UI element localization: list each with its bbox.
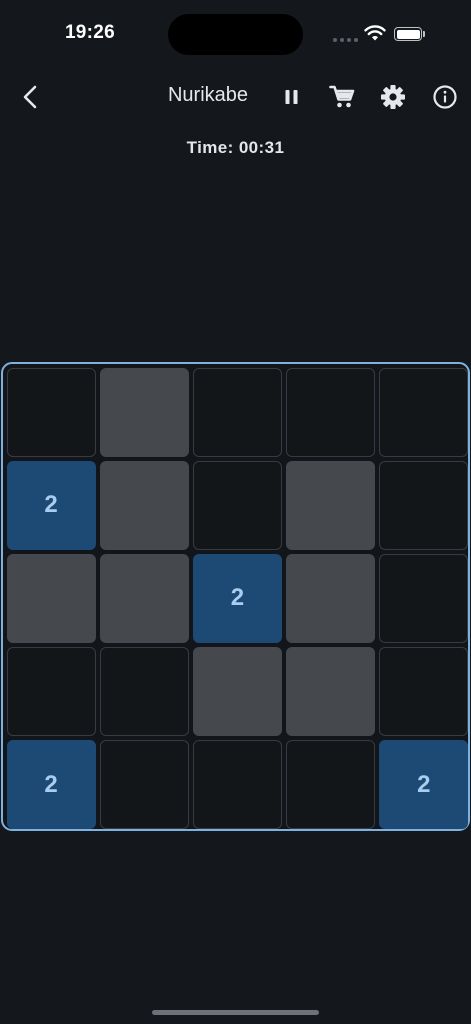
shaded-cell[interactable] bbox=[99, 553, 189, 643]
shaded-cell[interactable] bbox=[286, 647, 376, 737]
empty-cell[interactable] bbox=[379, 367, 469, 457]
empty-cell[interactable] bbox=[192, 740, 282, 830]
cart-button[interactable] bbox=[327, 82, 357, 112]
shaded-cell[interactable] bbox=[192, 647, 282, 737]
timer-display: Time: 00:31 bbox=[186, 138, 285, 157]
empty-cell[interactable] bbox=[99, 647, 189, 737]
dynamic-island bbox=[168, 14, 303, 55]
clue-cell[interactable]: 2 bbox=[192, 553, 282, 643]
empty-cell[interactable] bbox=[379, 460, 469, 550]
puzzle-board: 2 2 2 2 bbox=[1, 362, 470, 831]
battery-icon bbox=[394, 27, 422, 41]
back-button[interactable] bbox=[14, 80, 50, 114]
clue-cell[interactable]: 2 bbox=[379, 740, 469, 830]
empty-cell[interactable] bbox=[192, 460, 282, 550]
shaded-cell[interactable] bbox=[6, 553, 96, 643]
empty-cell[interactable] bbox=[192, 367, 282, 457]
empty-cell[interactable] bbox=[6, 647, 96, 737]
empty-cell[interactable] bbox=[286, 367, 376, 457]
status-bar-time: 19:26 bbox=[64, 22, 116, 43]
cellular-signal-icon bbox=[333, 38, 358, 42]
info-icon bbox=[433, 85, 457, 109]
back-chevron-icon bbox=[23, 85, 37, 109]
shaded-cell[interactable] bbox=[99, 367, 189, 457]
empty-cell[interactable] bbox=[286, 740, 376, 830]
pause-button[interactable] bbox=[277, 82, 307, 112]
clue-cell[interactable]: 2 bbox=[6, 460, 96, 550]
info-button[interactable] bbox=[430, 82, 460, 112]
empty-cell[interactable] bbox=[379, 647, 469, 737]
shaded-cell[interactable] bbox=[99, 460, 189, 550]
battery-cap bbox=[423, 31, 425, 37]
shaded-cell[interactable] bbox=[286, 553, 376, 643]
shaded-cell[interactable] bbox=[286, 460, 376, 550]
gear-icon bbox=[381, 85, 405, 109]
empty-cell[interactable] bbox=[379, 553, 469, 643]
empty-cell[interactable] bbox=[99, 740, 189, 830]
cart-icon bbox=[329, 85, 355, 108]
home-indicator[interactable] bbox=[152, 1010, 319, 1015]
wifi-icon bbox=[364, 25, 386, 41]
empty-cell[interactable] bbox=[6, 367, 96, 457]
settings-button[interactable] bbox=[378, 82, 408, 112]
pause-icon bbox=[285, 90, 298, 104]
page-title: Nurikabe bbox=[167, 84, 249, 106]
clue-cell[interactable]: 2 bbox=[6, 740, 96, 830]
